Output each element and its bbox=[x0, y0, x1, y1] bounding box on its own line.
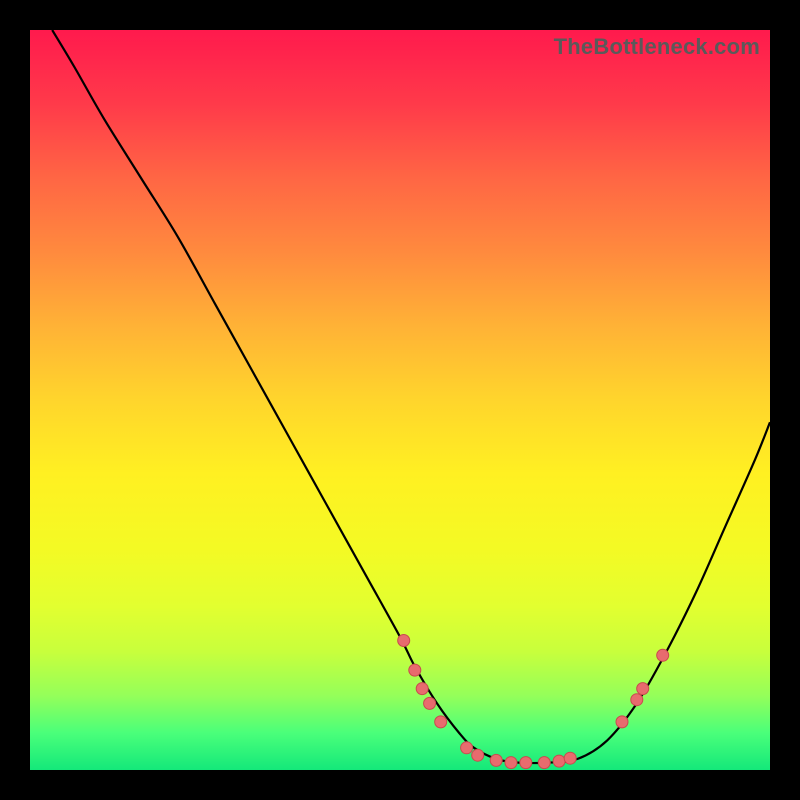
data-point bbox=[490, 754, 502, 766]
data-point bbox=[631, 694, 643, 706]
data-point bbox=[564, 752, 576, 764]
data-point bbox=[538, 757, 550, 769]
chart-frame: TheBottleneck.com bbox=[0, 0, 800, 800]
data-point bbox=[505, 757, 517, 769]
data-point bbox=[424, 697, 436, 709]
data-point bbox=[520, 757, 532, 769]
data-point bbox=[409, 664, 421, 676]
data-point bbox=[461, 742, 473, 754]
data-point bbox=[398, 635, 410, 647]
bottleneck-curve bbox=[30, 30, 770, 770]
data-point bbox=[416, 683, 428, 695]
plot-area: TheBottleneck.com bbox=[30, 30, 770, 770]
data-point bbox=[637, 683, 649, 695]
data-point bbox=[435, 716, 447, 728]
data-point bbox=[553, 755, 565, 767]
data-point bbox=[472, 749, 484, 761]
data-point bbox=[616, 716, 628, 728]
data-point bbox=[657, 649, 669, 661]
